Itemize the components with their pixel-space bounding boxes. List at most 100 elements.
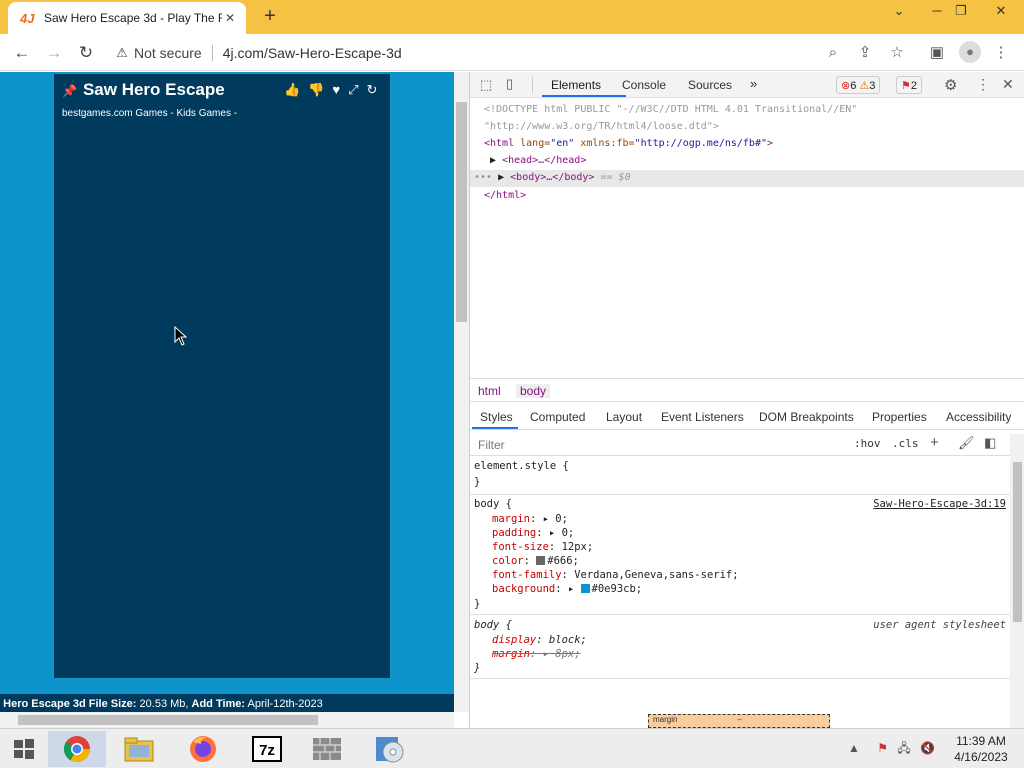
restore-button[interactable]: ❐ [944, 0, 978, 24]
network-icon[interactable]: 🖧 [897, 741, 910, 755]
browser-tab[interactable]: 4J Saw Hero Escape 3d - Play The F ✕ [8, 2, 246, 34]
prop-padding[interactable]: padding: ▸ 0; [492, 527, 574, 539]
pin-icon[interactable]: 📌 [62, 84, 77, 98]
inspect-element-icon[interactable]: ⬚ [480, 77, 492, 93]
zoom-icon[interactable]: ⌕ [822, 42, 844, 64]
dom-html-open[interactable]: <html lang="en" xmlns:fb="http://ogp.me/… [484, 138, 773, 149]
taskbar-firefox[interactable] [174, 731, 232, 767]
fullscreen-icon[interactable]: ⤢ [348, 82, 358, 97]
styles-scrollbar[interactable] [1010, 434, 1024, 728]
prop-font-family[interactable]: font-family: Verdana,Geneva,sans-serif; [492, 569, 739, 581]
tab-accessibility[interactable]: Accessibility [946, 410, 1011, 424]
paint-icon[interactable]: 🖌 [958, 435, 975, 451]
windows-taskbar: 7z ▲ ⚑ 🖧 🔇 11:39 AM 4/16/2023 [0, 728, 1024, 768]
box-model-diagram[interactable]: margin – [648, 714, 830, 728]
color-swatch[interactable] [580, 584, 590, 593]
share-icon[interactable]: ⇪ [854, 42, 876, 64]
back-icon[interactable]: ← [10, 42, 34, 64]
settings-gear-icon[interactable]: ⚙ [944, 76, 957, 94]
thumbs-down-icon[interactable]: 👎 [308, 82, 324, 97]
prop-margin[interactable]: margin: ▸ 0; [492, 513, 568, 525]
toggle-sidebar-icon[interactable]: ◧ [984, 435, 996, 451]
taskbar-7zip[interactable]: 7z [238, 731, 296, 767]
new-rule-icon[interactable]: + [930, 434, 939, 451]
devtools-menu-icon[interactable]: ⋮ [976, 76, 990, 93]
warning-icon[interactable]: ⚠ [110, 45, 134, 61]
tab-styles[interactable]: Styles [480, 410, 513, 424]
bookmark-star-icon[interactable]: ☆ [886, 42, 908, 64]
show-hidden-icons-icon[interactable]: ▲ [848, 741, 860, 755]
page-scroll-thumb[interactable] [456, 102, 467, 322]
side-panel-icon[interactable]: ▣ [926, 42, 948, 64]
hov-toggle[interactable]: :hov [854, 437, 881, 450]
error-warning-badge[interactable]: ⊗6 ⚠3 [836, 76, 881, 94]
more-dots-icon[interactable]: ••• [474, 172, 492, 183]
dom-head-node[interactable]: ▶ <head>…</head> [490, 155, 586, 166]
taskbar-clock[interactable]: 11:39 AM 4/16/2023 [946, 733, 1016, 765]
profile-avatar[interactable]: ● [959, 41, 981, 63]
game-container[interactable]: 📌 Saw Hero Escape 👍 👎 ♥ ⤢ ↻ bestgames.com Gam… [54, 74, 390, 678]
color-swatch[interactable] [536, 556, 546, 565]
forward-icon[interactable]: → [42, 42, 66, 64]
tab-layout[interactable]: Layout [606, 410, 642, 424]
tab-console[interactable]: Console [622, 78, 666, 92]
start-button[interactable] [0, 731, 48, 767]
favorite-icon[interactable]: ♥ [332, 82, 340, 97]
dom-doctype-line1[interactable]: <!DOCTYPE html PUBLIC "-//W3C//DTD HTML … [484, 104, 857, 115]
dom-body-node[interactable]: ••• ▶ <body>…</body> == $0 [470, 170, 1024, 187]
taskbar-file-explorer[interactable] [110, 731, 168, 767]
prop-color[interactable]: color: #666; [492, 555, 579, 567]
styles-scroll-thumb[interactable] [1013, 462, 1022, 622]
refresh-icon[interactable]: ↻ [367, 82, 378, 97]
taskbar-media-app[interactable] [360, 731, 418, 767]
game-breadcrumb[interactable]: bestgames.com Games - Kids Games - [62, 108, 237, 119]
filter-input[interactable]: Filter [478, 438, 505, 452]
expand-arrow-icon[interactable]: ▶ [498, 172, 504, 183]
volume-muted-icon[interactable]: 🔇 [920, 741, 935, 755]
prop-font-size[interactable]: font-size: 12px; [492, 541, 593, 553]
address-bar[interactable]: ⚠ Not secure 4j.com/Saw-Hero-Escape-3d [110, 38, 870, 67]
tab-elements[interactable]: Elements [551, 78, 601, 92]
breadcrumb-body[interactable]: body [516, 384, 551, 398]
tab-sources[interactable]: Sources [688, 78, 732, 92]
expand-arrow-icon[interactable]: ▶ [490, 155, 496, 166]
thumbs-up-icon[interactable]: 👍 [284, 82, 300, 97]
expand-arrow-icon[interactable]: ▸ [568, 583, 574, 595]
page-horizontal-scrollbar[interactable] [0, 712, 454, 728]
security-label[interactable]: Not secure [134, 45, 202, 61]
device-toolbar-icon[interactable]: ▯ [506, 76, 513, 92]
page-vertical-scrollbar[interactable] [454, 72, 469, 712]
prop-background[interactable]: background: ▸ #0e93cb; [492, 583, 642, 595]
menu-kebab-icon[interactable]: ⋮ [990, 42, 1012, 64]
tab-search-icon[interactable]: ⌄ [882, 0, 916, 24]
tab-computed[interactable]: Computed [530, 410, 585, 424]
dom-html-close[interactable]: </html> [484, 190, 526, 201]
more-tabs-icon[interactable]: » [750, 76, 757, 91]
tab-close-icon[interactable]: ✕ [222, 11, 238, 25]
dom-doctype-line2[interactable]: "http://www.w3.org/TR/html4/loose.dtd"> [484, 121, 719, 132]
tab-dom-breakpoints[interactable]: DOM Breakpoints [759, 410, 854, 424]
cls-toggle[interactable]: .cls [892, 437, 919, 450]
action-center-flag-icon[interactable]: ⚑ [877, 741, 888, 755]
close-window-button[interactable]: ✕ [984, 0, 1018, 24]
body-rule-source-link[interactable]: Saw-Hero-Escape-3d:19 [873, 498, 1006, 510]
element-style-selector[interactable]: element.style { [474, 460, 569, 472]
expand-arrow-icon[interactable]: ▸ [549, 527, 555, 539]
ua-rule-selector[interactable]: body { [474, 619, 512, 631]
close-devtools-icon[interactable]: ✕ [1002, 76, 1014, 93]
page-hscroll-thumb[interactable] [18, 715, 318, 725]
issues-badge[interactable]: ⚑2 [896, 76, 922, 94]
ua-prop-display[interactable]: display: block; [492, 634, 587, 646]
tab-properties[interactable]: Properties [872, 410, 927, 424]
breadcrumb-html[interactable]: html [478, 384, 501, 398]
tab-event-listeners[interactable]: Event Listeners [661, 410, 744, 424]
body-rule-selector[interactable]: body { [474, 498, 512, 510]
taskbar-chrome[interactable] [48, 731, 106, 767]
ua-prop-margin[interactable]: margin: ▸ 8px; [492, 648, 581, 660]
url-text[interactable]: 4j.com/Saw-Hero-Escape-3d [223, 45, 402, 61]
new-tab-button[interactable]: + [260, 6, 280, 26]
expand-arrow-icon[interactable]: ▸ [543, 513, 549, 525]
expand-arrow-icon[interactable]: ▸ [543, 648, 549, 660]
taskbar-firewall[interactable] [298, 731, 356, 767]
reload-icon[interactable]: ↻ [74, 42, 98, 64]
